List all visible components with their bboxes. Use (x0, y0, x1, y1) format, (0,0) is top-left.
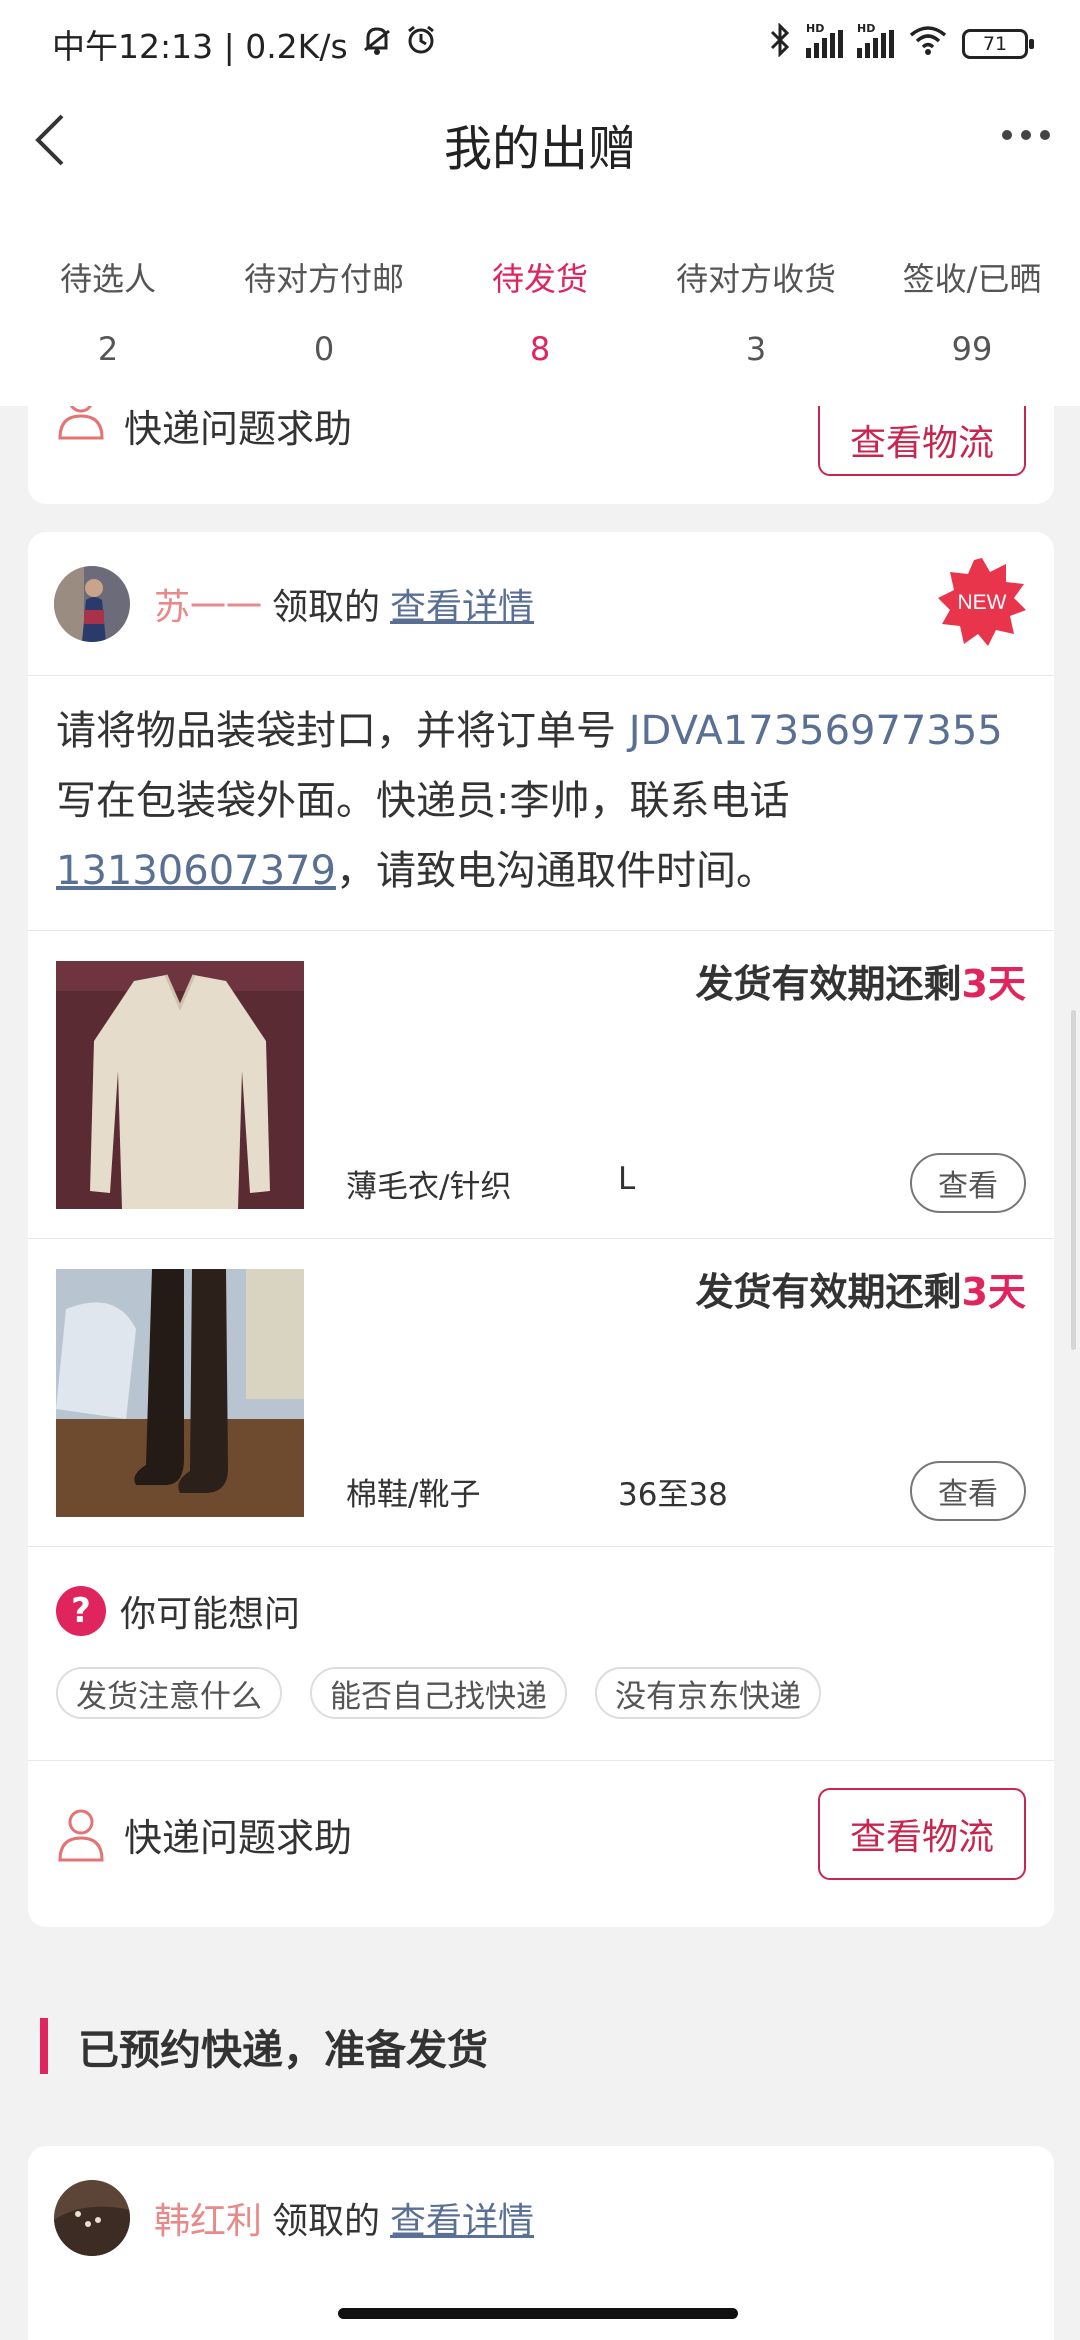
help-text[interactable]: 快递问题求助 (124, 1807, 352, 1862)
signal-icon: HD (806, 22, 843, 58)
deadline-text: 发货有效期还剩 (695, 1270, 962, 1314)
person-icon (56, 406, 106, 440)
bluetooth-icon (768, 22, 792, 65)
item-photo-boots[interactable] (56, 1269, 304, 1517)
tab-label: 待选人 (59, 260, 156, 298)
list-item: 发货有效期还剩3天 棉鞋/靴子 36至38 查看 (28, 1239, 1054, 1547)
faq-chip[interactable]: 能否自己找快递 (310, 1667, 567, 1719)
hd-label: HD (857, 22, 876, 35)
faq-chip[interactable]: 发货注意什么 (56, 1667, 282, 1719)
view-logistics-button[interactable]: 查看物流 (817, 1788, 1026, 1880)
courier-phone-link[interactable]: 13130607379 (56, 848, 336, 894)
tab-label: 待发货 (491, 260, 588, 298)
tab-pending-receipt[interactable]: 待对方收货 3 (648, 254, 864, 406)
wifi-icon (908, 24, 948, 64)
page-title: 我的出赠 (443, 121, 636, 177)
home-indicator[interactable] (338, 2308, 738, 2319)
received-text: 领取的 (272, 586, 381, 628)
faq-title: 你可能想问 (120, 1594, 301, 1635)
received-text: 领取的 (272, 2201, 381, 2242)
section-title: 已预约快递，准备发货 (40, 2018, 488, 2074)
tab-count: 3 (745, 330, 767, 368)
item-category: 薄毛衣/针织 (346, 1169, 512, 1205)
item-category: 棉鞋/靴子 (346, 1477, 481, 1513)
tab-count: 0 (313, 330, 335, 368)
item-size: 36至38 (618, 1477, 728, 1513)
more-dots-icon[interactable] (1002, 130, 1050, 140)
alarm-icon (404, 23, 438, 65)
tab-pending-shipment[interactable]: 待发货 8 (432, 254, 648, 430)
recipient-name[interactable]: 韩红利 (154, 2192, 262, 2244)
notice-text: ，请致电沟通取件时间。 (335, 848, 776, 894)
shipping-notice: 请将物品装袋封口，并将订单号 JDVA17356977355 写在包装袋外面。快… (28, 676, 1054, 931)
previous-order-card: 快递问题求助 查看物流 (28, 406, 1054, 504)
help-row: 快递问题求助 查看物流 (28, 1761, 1054, 1907)
tab-label: 待对方收货 (675, 260, 836, 298)
new-badge-text: NEW (958, 591, 1007, 614)
view-details-link[interactable]: 查看详情 (390, 578, 534, 630)
order-number[interactable]: JDVA17356977355 (629, 708, 1003, 754)
view-item-button[interactable]: 查看 (910, 1461, 1026, 1521)
deadline-days: 3天 (961, 962, 1026, 1006)
view-logistics-button[interactable]: 查看物流 (817, 406, 1026, 476)
new-badge: NEW (936, 556, 1028, 648)
deadline-days: 3天 (961, 1270, 1026, 1314)
faq-chip[interactable]: 没有京东快递 (595, 1667, 821, 1719)
tab-pending-select[interactable]: 待选人 2 (0, 254, 216, 406)
tab-count: 99 (951, 330, 993, 368)
question-circle-icon: ? (56, 1586, 106, 1636)
tab-signed-shared[interactable]: 签收/已晒 99 (864, 254, 1080, 406)
card-header: 苏一一 领取的 查看详情 NEW (28, 532, 1054, 676)
nav-bar: 我的出赠 (0, 88, 1080, 200)
mute-bell-icon (360, 23, 394, 65)
person-icon (56, 1806, 124, 1862)
help-text[interactable]: 快递问题求助 (124, 398, 352, 453)
hd-label: HD (806, 22, 825, 35)
tab-pending-postage[interactable]: 待对方付邮 0 (216, 254, 432, 406)
scrollbar[interactable] (1071, 1010, 1076, 1350)
view-item-button[interactable]: 查看 (910, 1153, 1026, 1213)
status-time: 中午12:13 | 0.2K/s (52, 27, 348, 66)
avatar[interactable] (54, 2180, 130, 2256)
item-size: L (618, 1161, 636, 1197)
notice-text: 请将物品装袋封口，并将订单号 (56, 708, 629, 754)
status-bar: 中午12:13 | 0.2K/s HD HD 71 (0, 0, 1080, 88)
list-item: 发货有效期还剩3天 薄毛衣/针织 L 查看 (28, 931, 1054, 1239)
deadline-text: 发货有效期还剩 (695, 962, 962, 1006)
tab-label: 待对方付邮 (243, 260, 404, 298)
shipping-deadline: 发货有效期还剩3天 (696, 953, 1026, 1008)
card-header: 韩红利 领取的 查看详情 (28, 2146, 1054, 2290)
shipping-deadline: 发货有效期还剩3天 (696, 1261, 1026, 1316)
signal-icon: HD (857, 22, 894, 58)
faq-section: ? 你可能想问 发货注意什么 能否自己找快递 没有京东快递 (28, 1547, 1054, 1761)
notice-text: 写在包装袋外面。快递员:李帅，联系电话 (56, 778, 790, 824)
tab-count: 2 (97, 330, 119, 368)
item-photo-sweater[interactable] (56, 961, 304, 1209)
battery-level: 71 (982, 33, 1008, 55)
avatar[interactable] (54, 565, 130, 642)
order-card: 苏一一 领取的 查看详情 NEW 请将物品装袋封口，并将订单号 JDVA1735… (28, 532, 1054, 1927)
status-tabs: 待选人 2 待对方付邮 0 待发货 8 待对方收货 3 签收/已晒 99 (0, 200, 1080, 430)
tab-count: 8 (529, 330, 551, 368)
tab-label: 签收/已晒 (902, 260, 1042, 298)
recipient-name[interactable]: 苏一一 (154, 578, 262, 630)
view-details-link[interactable]: 查看详情 (390, 2192, 534, 2244)
chevron-left-icon[interactable] (22, 108, 82, 172)
battery-icon: 71 (962, 29, 1034, 59)
